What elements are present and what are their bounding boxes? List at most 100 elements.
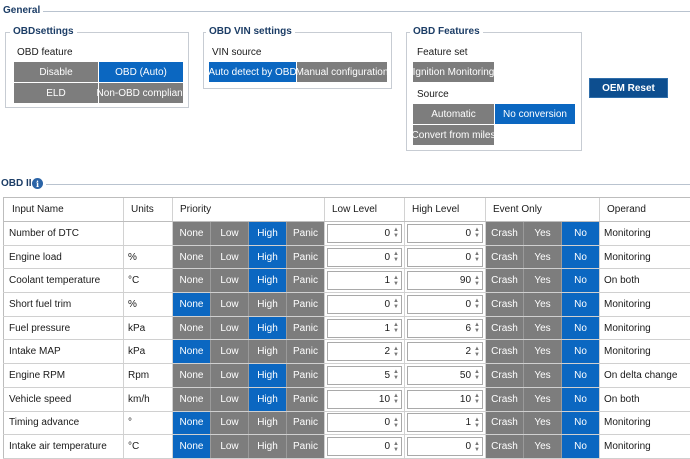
event-no-option[interactable]: No: [562, 245, 599, 269]
obd-feature-disable[interactable]: Disable: [14, 62, 99, 83]
spinner-arrows-icon[interactable]: ▲ ▼: [393, 393, 399, 405]
operand-cell[interactable]: Monitoring: [599, 316, 690, 341]
event-yes-option[interactable]: Yes: [524, 293, 562, 316]
event-no-option[interactable]: No: [562, 269, 599, 293]
obd-feature-auto[interactable]: OBD (Auto): [99, 62, 184, 83]
low-level-spinner[interactable]: 10 ▲ ▼: [327, 389, 402, 409]
priority-panic-option[interactable]: Panic: [287, 317, 324, 340]
spinner-arrows-icon[interactable]: ▲ ▼: [393, 417, 399, 429]
spinner-arrows-icon[interactable]: ▲ ▼: [393, 322, 399, 334]
operand-cell[interactable]: Monitoring: [599, 245, 690, 270]
event-crash-option[interactable]: Crash: [486, 245, 524, 269]
priority-panic-option[interactable]: Panic: [287, 246, 324, 269]
operand-cell[interactable]: Monitoring: [599, 411, 690, 436]
operand-cell[interactable]: Monitoring: [599, 434, 690, 459]
low-level-spinner[interactable]: 0 ▲ ▼: [327, 437, 402, 457]
high-level-spinner[interactable]: 0 ▲ ▼: [407, 294, 483, 314]
event-no-option[interactable]: No: [562, 340, 599, 364]
event-yes-option[interactable]: Yes: [524, 245, 562, 269]
event-crash-option[interactable]: Crash: [486, 269, 524, 293]
info-icon[interactable]: i: [32, 178, 43, 189]
spinner-arrows-icon[interactable]: ▲ ▼: [393, 346, 399, 358]
event-no-option[interactable]: No: [562, 364, 599, 387]
event-crash-option[interactable]: Crash: [486, 387, 524, 411]
priority-panic-option[interactable]: Panic: [287, 364, 324, 387]
event-no-option[interactable]: No: [562, 293, 599, 316]
priority-none-option[interactable]: None: [173, 411, 211, 435]
priority-none-option[interactable]: None: [173, 222, 211, 245]
obd-feature-non-obd-compliant[interactable]: Non-OBD compliant: [97, 83, 185, 104]
priority-low-option[interactable]: Low: [211, 269, 249, 293]
event-no-option[interactable]: No: [562, 222, 599, 245]
obd-feature-eld[interactable]: ELD: [14, 83, 99, 104]
priority-high-option[interactable]: High: [249, 340, 287, 364]
low-level-spinner[interactable]: 0 ▲ ▼: [327, 294, 402, 314]
high-level-spinner[interactable]: 10 ▲ ▼: [407, 389, 483, 409]
high-level-spinner[interactable]: 90 ▲ ▼: [407, 271, 483, 291]
event-crash-option[interactable]: Crash: [486, 222, 524, 245]
event-crash-option[interactable]: Crash: [486, 411, 524, 435]
priority-none-option[interactable]: None: [173, 340, 211, 364]
source-convert-from-miles[interactable]: Convert from miles: [412, 125, 495, 146]
vin-source-manual[interactable]: Manual configuration: [296, 62, 388, 83]
high-level-spinner[interactable]: 50 ▲ ▼: [407, 365, 483, 385]
priority-panic-option[interactable]: Panic: [287, 388, 324, 411]
priority-high-option[interactable]: High: [249, 364, 287, 387]
priority-none-option[interactable]: None: [173, 245, 211, 269]
event-yes-option[interactable]: Yes: [524, 411, 562, 435]
low-level-spinner[interactable]: 0 ▲ ▼: [327, 413, 402, 433]
priority-high-option[interactable]: High: [249, 269, 287, 293]
priority-none-option[interactable]: None: [173, 293, 211, 316]
priority-panic-option[interactable]: Panic: [287, 222, 324, 245]
spinner-arrows-icon[interactable]: ▲ ▼: [474, 393, 480, 405]
priority-low-option[interactable]: Low: [211, 316, 249, 340]
priority-none-option[interactable]: None: [173, 387, 211, 411]
high-level-spinner[interactable]: 6 ▲ ▼: [407, 318, 483, 338]
priority-panic-option[interactable]: Panic: [287, 269, 324, 292]
priority-none-option[interactable]: None: [173, 269, 211, 293]
priority-none-option[interactable]: None: [173, 316, 211, 340]
priority-high-option[interactable]: High: [249, 411, 287, 435]
operand-cell[interactable]: Monitoring: [599, 221, 690, 246]
event-yes-option[interactable]: Yes: [524, 269, 562, 293]
spinner-arrows-icon[interactable]: ▲ ▼: [393, 369, 399, 381]
high-level-spinner[interactable]: 0 ▲ ▼: [407, 223, 483, 243]
operand-cell[interactable]: Monitoring: [599, 292, 690, 317]
priority-panic-option[interactable]: Panic: [287, 412, 324, 435]
operand-cell[interactable]: On both: [599, 268, 690, 294]
priority-low-option[interactable]: Low: [211, 411, 249, 435]
event-yes-option[interactable]: Yes: [524, 340, 562, 364]
high-level-spinner[interactable]: 0 ▲ ▼: [407, 247, 483, 267]
priority-high-option[interactable]: High: [249, 316, 287, 340]
spinner-arrows-icon[interactable]: ▲ ▼: [474, 369, 480, 381]
priority-low-option[interactable]: Low: [211, 340, 249, 364]
event-crash-option[interactable]: Crash: [486, 293, 524, 316]
low-level-spinner[interactable]: 2 ▲ ▼: [327, 342, 402, 362]
event-crash-option[interactable]: Crash: [486, 316, 524, 340]
event-crash-option[interactable]: Crash: [486, 364, 524, 387]
spinner-arrows-icon[interactable]: ▲ ▼: [393, 275, 399, 287]
low-level-spinner[interactable]: 0 ▲ ▼: [327, 247, 402, 267]
operand-cell[interactable]: On delta change: [599, 363, 690, 388]
priority-high-option[interactable]: High: [249, 293, 287, 316]
spinner-arrows-icon[interactable]: ▲ ▼: [474, 227, 480, 239]
event-yes-option[interactable]: Yes: [524, 435, 562, 458]
priority-panic-option[interactable]: Panic: [287, 435, 324, 458]
priority-low-option[interactable]: Low: [211, 293, 249, 316]
priority-high-option[interactable]: High: [249, 435, 287, 458]
operand-cell[interactable]: Monitoring: [599, 339, 690, 365]
spinner-arrows-icon[interactable]: ▲ ▼: [474, 275, 480, 287]
priority-panic-option[interactable]: Panic: [287, 340, 324, 363]
high-level-spinner[interactable]: 1 ▲ ▼: [407, 413, 483, 433]
high-level-spinner[interactable]: 0 ▲ ▼: [407, 437, 483, 457]
priority-none-option[interactable]: None: [173, 364, 211, 387]
event-no-option[interactable]: No: [562, 387, 599, 411]
priority-high-option[interactable]: High: [249, 245, 287, 269]
priority-none-option[interactable]: None: [173, 435, 211, 458]
low-level-spinner[interactable]: 1 ▲ ▼: [327, 271, 402, 291]
spinner-arrows-icon[interactable]: ▲ ▼: [474, 298, 480, 310]
event-no-option[interactable]: No: [562, 435, 599, 458]
priority-low-option[interactable]: Low: [211, 222, 249, 245]
source-automatic[interactable]: Automatic: [413, 104, 495, 125]
spinner-arrows-icon[interactable]: ▲ ▼: [474, 441, 480, 453]
